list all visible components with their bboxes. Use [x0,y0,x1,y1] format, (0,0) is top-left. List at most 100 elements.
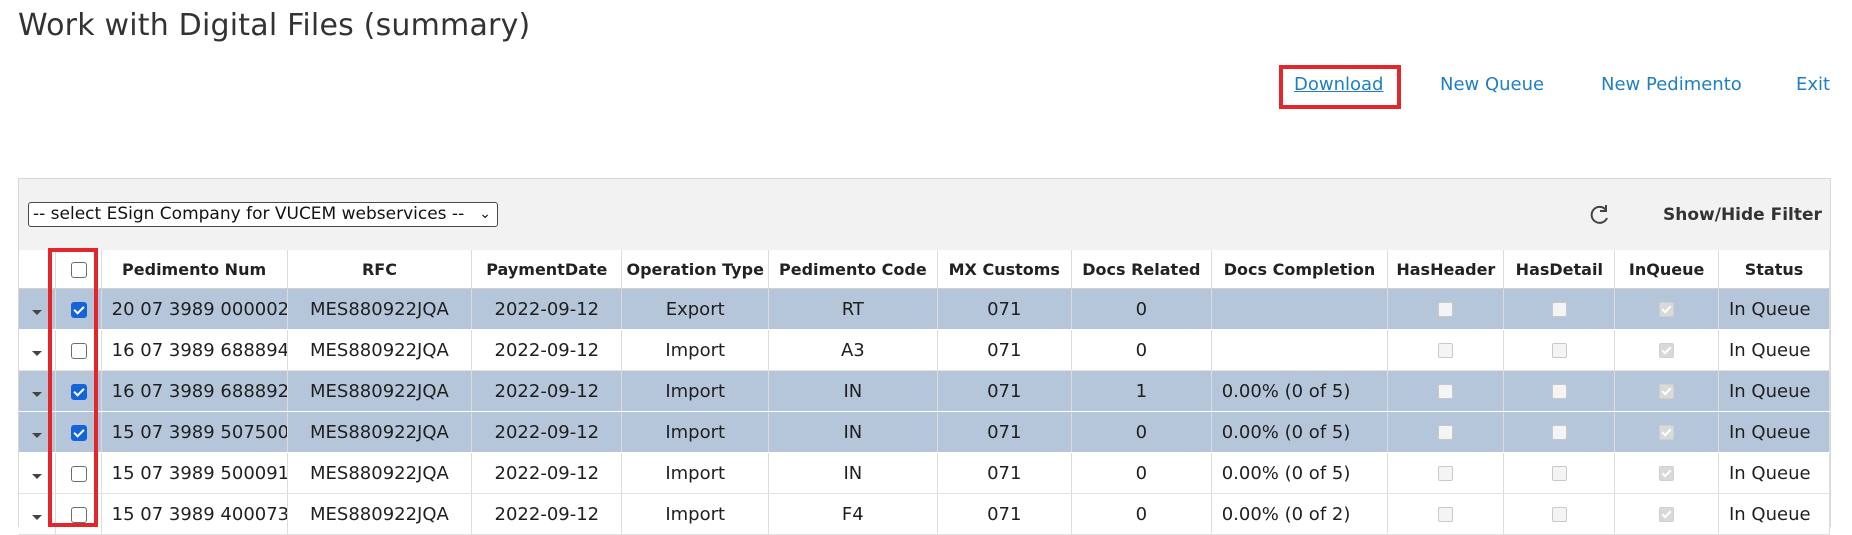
expand-arrow-icon[interactable] [32,514,43,520]
cell-rfc: MES880922JQA [287,493,473,535]
cell-pedimento-code: RT [768,288,938,330]
row-expander-cell[interactable] [19,452,57,494]
cell-docs-related: 0 [1071,329,1212,371]
table-row[interactable]: 15 07 3989 5075004 MES880922JQA 2022-09-12… [19,411,1831,453]
has-header-cell [1387,452,1505,494]
in-queue-checkbox [1659,425,1675,440]
row-select-cell [55,370,102,412]
column-header[interactable]: Docs Completion [1211,250,1389,289]
row-select-cell [55,493,102,535]
expand-arrow-icon[interactable] [32,350,43,356]
in-queue-cell [1614,452,1719,494]
action-links: Download New Queue New Pedimento Exit [0,64,1852,106]
cell-docs-related: 0 [1071,411,1212,453]
column-header[interactable]: Operation Type [621,250,770,289]
table-row[interactable]: 16 07 3989 6888921 MES880922JQA 2022-09-12… [19,370,1831,412]
cell-docs-related: 0 [1071,493,1212,535]
cell-pedimento-code: F4 [768,493,938,535]
row-select-checkbox[interactable] [70,424,87,441]
esign-company-select[interactable]: -- select ESign Company for VUCEM webser… [28,202,498,227]
cell-rfc: MES880922JQA [287,452,473,494]
row-select-checkbox[interactable] [70,383,87,400]
column-header[interactable]: PaymentDate [471,250,623,289]
row-select-checkbox[interactable] [70,465,87,482]
column-header[interactable]: HasDetail [1503,250,1616,289]
select-all-header [55,250,102,289]
table-row[interactable]: 15 07 3989 4000736 MES880922JQA 2022-09-12… [19,493,1831,535]
table-header-row: Pedimento Num RFC PaymentDate Operation … [19,250,1831,289]
cell-mx-customs: 071 [937,411,1073,453]
has-detail-checkbox [1551,384,1567,399]
cell-rfc: MES880922JQA [287,329,473,371]
column-header[interactable]: RFC [287,250,473,289]
exit-link[interactable]: Exit [1796,64,1830,106]
column-header[interactable]: Status [1718,250,1831,289]
expand-arrow-icon[interactable] [32,473,43,479]
cell-operation-type: Export [621,288,770,330]
has-header-cell [1387,411,1505,453]
row-select-checkbox[interactable] [70,506,87,523]
column-header[interactable]: InQueue [1614,250,1719,289]
new-pedimento-link[interactable]: New Pedimento [1601,64,1742,106]
has-header-cell [1387,329,1505,371]
cell-status: In Queue [1718,452,1831,494]
column-header[interactable]: Pedimento Num [101,250,288,289]
table-row[interactable]: 16 07 3989 6888941 MES880922JQA 2022-09-12… [19,329,1831,371]
has-detail-checkbox [1551,425,1567,440]
cell-payment-date: 2022-09-12 [471,288,623,330]
cell-pedimento-num: 15 07 3989 5075004 [101,411,288,453]
in-queue-cell [1614,493,1719,535]
has-header-cell [1387,288,1505,330]
column-header[interactable]: Docs Related [1071,250,1212,289]
has-detail-checkbox [1551,343,1567,358]
cell-pedimento-code: IN [768,452,938,494]
pedimento-table: Pedimento Num RFC PaymentDate Operation … [19,250,1831,535]
column-header[interactable]: HasHeader [1387,250,1505,289]
row-select-checkbox[interactable] [70,301,87,318]
in-queue-cell [1614,411,1719,453]
cell-payment-date: 2022-09-12 [471,329,623,371]
has-detail-cell [1503,493,1616,535]
row-expander-cell[interactable] [19,288,57,330]
row-expander-cell[interactable] [19,411,57,453]
cell-pedimento-num: 16 07 3989 6888941 [101,329,288,371]
column-header[interactable]: Pedimento Code [768,250,938,289]
cell-status: In Queue [1718,493,1831,535]
has-detail-checkbox [1551,507,1567,522]
page-title: Work with Digital Files (summary) [18,8,531,43]
has-detail-cell [1503,452,1616,494]
in-queue-checkbox [1659,466,1675,481]
has-detail-checkbox [1551,466,1567,481]
cell-pedimento-code: IN [768,370,938,412]
new-queue-link[interactable]: New Queue [1440,64,1544,106]
cell-payment-date: 2022-09-12 [471,493,623,535]
cell-rfc: MES880922JQA [287,288,473,330]
has-header-checkbox [1438,384,1454,399]
row-expander-cell[interactable] [19,329,57,371]
expand-arrow-icon[interactable] [32,391,43,397]
cell-pedimento-code: IN [768,411,938,453]
expand-arrow-icon[interactable] [32,309,43,315]
row-select-cell [55,288,102,330]
table-row[interactable]: 15 07 3989 5000914 MES880922JQA 2022-09-12… [19,452,1831,494]
in-queue-cell [1614,370,1719,412]
cell-docs-related: 0 [1071,452,1212,494]
row-select-checkbox[interactable] [70,342,87,359]
cell-docs-completion [1211,288,1389,330]
cell-status: In Queue [1718,329,1831,371]
show-hide-filter-button[interactable]: Show/Hide Filter [1663,201,1822,229]
expand-arrow-icon[interactable] [32,432,43,438]
refresh-button[interactable] [1586,201,1614,229]
select-all-checkbox[interactable] [70,262,87,278]
cell-pedimento-code: A3 [768,329,938,371]
table-row[interactable]: 20 07 3989 0000021 MES880922JQA 2022-09-12… [19,288,1831,330]
row-expander-cell[interactable] [19,493,57,535]
cell-payment-date: 2022-09-12 [471,452,623,494]
download-link[interactable]: Download [1294,64,1383,106]
cell-operation-type: Import [621,411,770,453]
row-expander-cell[interactable] [19,370,57,412]
column-header[interactable]: MX Customs [937,250,1073,289]
cell-mx-customs: 071 [937,329,1073,371]
cell-operation-type: Import [621,452,770,494]
has-detail-checkbox [1551,302,1567,317]
